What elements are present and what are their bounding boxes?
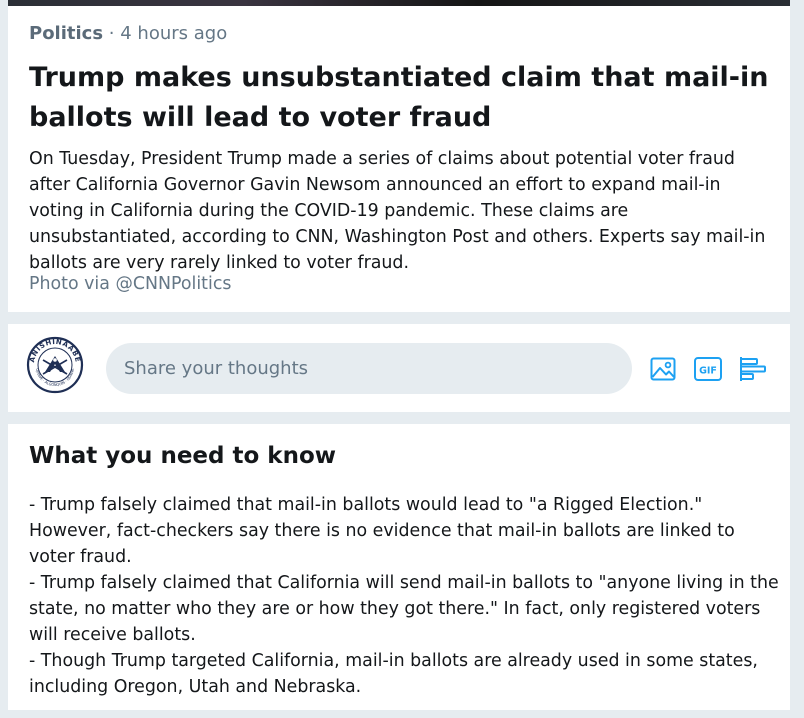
story-meta: Politics · 4 hours ago — [29, 23, 227, 44]
key-point-item: - Though Trump targeted California, mail… — [29, 651, 758, 697]
anishinaabe-seal-avatar[interactable]: ANISHINAABE OJIBWE · ALGONQUIN · ODAWA — [26, 336, 84, 394]
what-you-need-to-know-card: What you need to know - Trump falsely cl… — [8, 424, 790, 710]
timestamp: 4 hours ago — [120, 23, 228, 44]
image-icon[interactable] — [648, 354, 678, 384]
gif-icon[interactable]: GIF — [693, 354, 723, 384]
story-headline: Trump makes unsubstantiated claim that m… — [29, 62, 769, 133]
story-summary: On Tuesday, President Trump made a serie… — [29, 149, 766, 273]
share-thoughts-input[interactable] — [106, 343, 632, 394]
photo-credit[interactable]: Photo via @CNNPolitics — [29, 274, 231, 294]
svg-text:GIF: GIF — [699, 366, 717, 377]
category-label[interactable]: Politics — [29, 23, 103, 44]
poll-icon[interactable] — [738, 354, 768, 384]
story-card: Politics · 4 hours ago Trump makes unsub… — [8, 6, 790, 312]
meta-separator: · — [103, 23, 121, 44]
key-point-item: - Trump falsely claimed that mail-in bal… — [29, 495, 735, 567]
key-points-list: - Trump falsely claimed that mail-in bal… — [29, 492, 779, 700]
key-point-item: - Trump falsely claimed that California … — [29, 573, 779, 645]
section-title: What you need to know — [29, 443, 337, 469]
compose-bar: ANISHINAABE OJIBWE · ALGONQUIN · ODAWA S… — [8, 324, 790, 412]
moment-page: Politics · 4 hours ago Trump makes unsub… — [8, 0, 790, 718]
